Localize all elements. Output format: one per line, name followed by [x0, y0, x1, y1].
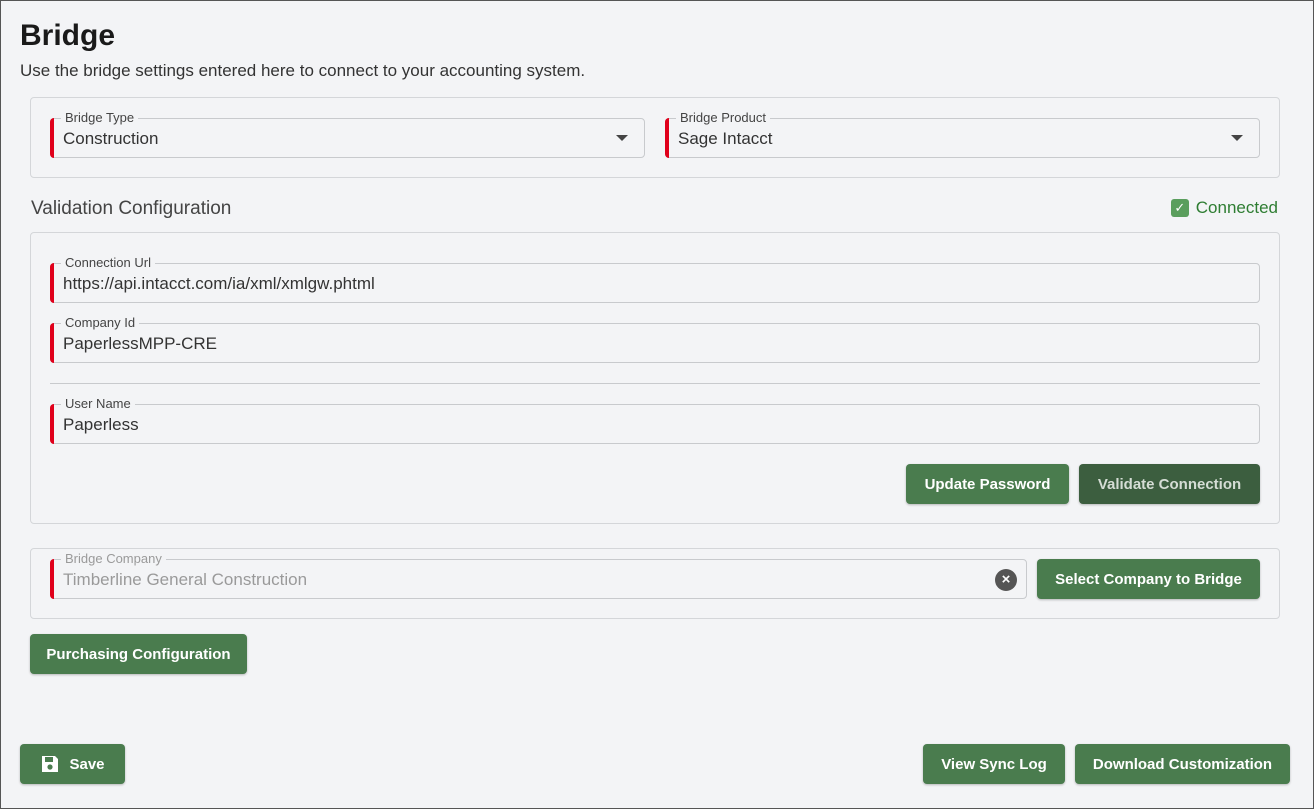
- purchasing-configuration-button[interactable]: Purchasing Configuration: [30, 634, 247, 674]
- bridge-company-field[interactable]: Bridge Company Timberline General Constr…: [50, 552, 1027, 599]
- user-name-value: Paperless: [63, 415, 139, 434]
- company-id-field[interactable]: Company Id PaperlessMPP-CRE: [50, 316, 1260, 363]
- connection-status: ✓ Connected: [1170, 198, 1278, 218]
- required-indicator: [50, 559, 54, 599]
- checkbox-checked-icon: ✓: [1170, 199, 1189, 217]
- bridge-type-value: Construction: [63, 129, 159, 148]
- page-title: Bridge: [20, 19, 116, 52]
- update-password-button[interactable]: Update Password: [906, 464, 1069, 504]
- caret-down-icon[interactable]: [616, 135, 628, 141]
- floppy-disk-icon: [40, 754, 60, 774]
- divider: [50, 383, 1260, 384]
- connection-url-field[interactable]: Connection Url https://api.intacct.com/i…: [50, 256, 1260, 303]
- select-company-button[interactable]: Select Company to Bridge: [1037, 559, 1260, 599]
- validate-connection-button[interactable]: Validate Connection: [1079, 464, 1260, 504]
- user-name-label: User Name: [61, 397, 135, 411]
- bridge-type-label: Bridge Type: [61, 111, 139, 125]
- connection-status-text: Connected: [1195, 198, 1278, 217]
- caret-down-icon[interactable]: [1231, 135, 1243, 141]
- company-id-label: Company Id: [61, 316, 140, 330]
- bridge-product-label: Bridge Product: [676, 111, 770, 125]
- bridge-product-select[interactable]: Bridge Product Sage Intacct: [665, 111, 1260, 158]
- bridge-settings-window: Bridge Use the bridge settings entered h…: [0, 0, 1314, 809]
- required-indicator: [50, 404, 54, 444]
- save-button-label: Save: [69, 755, 105, 773]
- view-sync-log-button[interactable]: View Sync Log: [923, 744, 1065, 784]
- bridge-type-select[interactable]: Bridge Type Construction: [50, 111, 645, 158]
- user-name-field[interactable]: User Name Paperless: [50, 397, 1260, 444]
- download-customization-button[interactable]: Download Customization: [1075, 744, 1290, 784]
- required-indicator: [50, 323, 54, 363]
- bridge-company-label: Bridge Company: [61, 552, 166, 566]
- required-indicator: [50, 118, 54, 158]
- validation-heading: Validation Configuration: [31, 198, 232, 219]
- clear-circle-icon[interactable]: ×: [995, 569, 1017, 591]
- connection-url-label: Connection Url: [61, 256, 155, 270]
- required-indicator: [50, 263, 54, 303]
- connection-url-value: https://api.intacct.com/ia/xml/xmlgw.pht…: [63, 274, 375, 293]
- page-subtitle: Use the bridge settings entered here to …: [20, 61, 586, 80]
- bridge-product-value: Sage Intacct: [678, 129, 773, 148]
- required-indicator: [665, 118, 669, 158]
- bridge-company-value: Timberline General Construction: [63, 570, 308, 589]
- company-id-value: PaperlessMPP-CRE: [63, 334, 217, 353]
- save-button[interactable]: Save: [20, 744, 125, 784]
